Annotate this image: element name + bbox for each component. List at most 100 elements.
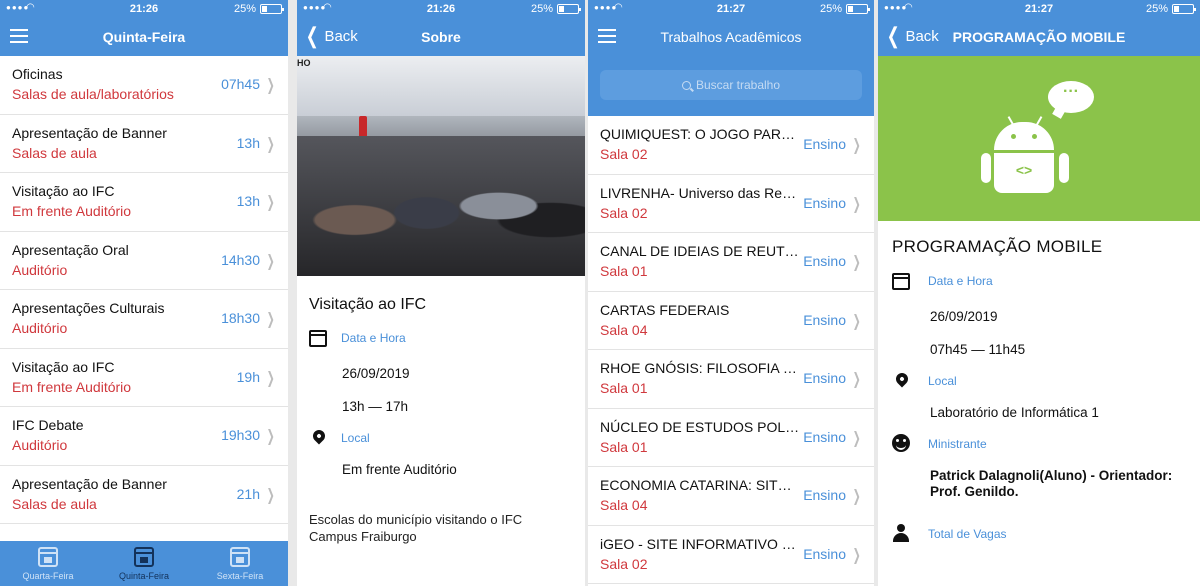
event-time: 21h xyxy=(236,485,260,502)
ministrante-label: Ministrante xyxy=(928,437,987,451)
photo-sign-text: HO xyxy=(297,58,311,68)
event-description: Escolas do município visitando o IFC Cam… xyxy=(309,512,523,544)
event-title: Visitação ao IFC xyxy=(309,296,427,313)
calendar-icon xyxy=(892,273,910,290)
chevron-right-icon: ❯ xyxy=(852,254,861,271)
chevron-right-icon: ❯ xyxy=(266,135,275,153)
event-title: Apresentação de Banner xyxy=(12,124,167,141)
tab-quarta-feira[interactable]: Quarta-Feira xyxy=(0,541,96,586)
list-item[interactable]: ECONOMIA CATARINA: SITE E ... Sala 04 Ensi… xyxy=(588,467,874,526)
event-time: 14h30 xyxy=(221,251,260,268)
event-local: Em frente Auditório xyxy=(342,462,457,477)
event-time: 07h45 xyxy=(221,76,260,92)
battery-icon xyxy=(1172,4,1196,14)
workshop-ministrante: Patrick Dalagnoli(Aluno) - Orientador: P… xyxy=(930,468,1173,499)
menu-icon[interactable] xyxy=(10,29,28,43)
work-category: Ensino xyxy=(803,136,846,152)
location-pin-icon xyxy=(893,370,911,388)
nav-bar: Trabalhos Acadêmicos xyxy=(588,18,874,56)
chevron-right-icon: ❯ xyxy=(266,311,275,328)
back-label: Back xyxy=(324,27,358,45)
event-time: 13h xyxy=(236,193,260,209)
list-item[interactable]: RHOE GNÓSIS: FILOSOFIA BÁS...Sala 01Ensi… xyxy=(588,350,874,409)
back-button[interactable]: ❮ Back xyxy=(303,23,358,48)
code-icon: <> xyxy=(994,153,1054,193)
work-title: NÚCLEO DE ESTUDOS POLÍTI... xyxy=(600,418,800,435)
list-item[interactable]: Apresentação Oral Auditório 14h30 ❯ xyxy=(0,232,288,290)
calendar-icon xyxy=(230,547,250,567)
work-category: Ensino xyxy=(803,311,846,328)
event-title: Apresentação de Banner xyxy=(12,475,167,492)
battery-percent: 25% xyxy=(530,3,553,15)
event-photo: HO xyxy=(297,56,585,276)
work-title: RHOE GNÓSIS: FILOSOFIA BÁS... xyxy=(600,360,800,376)
event-title: Apresentações Culturais xyxy=(12,300,165,316)
workshop-heading: PROGRAMAÇÃO MOBILE xyxy=(892,237,1103,256)
list-item[interactable]: QUIMIQUEST: O JOGO PARA A... Sala 02 Ensin… xyxy=(588,116,874,175)
event-detail: Visitação ao IFC Data e Hora 26/09/2019 … xyxy=(297,296,585,545)
work-title: iGEO - SITE INFORMATIVO SO... xyxy=(600,535,800,552)
work-title: LIVRENHA- Universo das Rese... xyxy=(600,184,800,201)
list-item[interactable]: Visitação ao IFC Em frente Auditório 13h ❯ xyxy=(0,173,288,232)
tab-quinta-feira[interactable]: Quinta-Feira xyxy=(96,541,192,586)
search-input[interactable]: Buscar trabalho xyxy=(600,70,862,100)
tab-label: Quarta-Feira xyxy=(22,571,74,581)
menu-icon[interactable] xyxy=(598,29,616,43)
chevron-right-icon: ❯ xyxy=(852,312,861,330)
event-title: Apresentação Oral xyxy=(12,241,129,258)
chat-bubble-icon: ··· xyxy=(1048,81,1094,113)
back-button[interactable]: ❮ Back xyxy=(884,23,939,48)
event-time: 18h30 xyxy=(221,310,260,326)
list-item[interactable]: iGEO - SITE INFORMATIVO SO... Sala 02 Ensi… xyxy=(588,526,874,584)
date-label: Data e Hora xyxy=(928,274,993,288)
chevron-right-icon: ❯ xyxy=(852,371,861,388)
tab-label: Sexta-Feira xyxy=(216,571,264,581)
screen-event-about: ●●●● ◠ 21:26 25% ❮ Back Sobre HO Visitaçã… xyxy=(297,0,585,586)
list-item[interactable]: IFC Debate Auditório 19h30 ❯ xyxy=(0,407,288,466)
list-item[interactable]: Oficinas Salas de aula/laboratórios 07h45 ❯ xyxy=(0,56,288,115)
tab-bar: Quarta-Feira Quinta-Feira Sexta-Feira xyxy=(0,541,288,586)
event-date: 26/09/2019 xyxy=(342,366,410,381)
chevron-right-icon: ❯ xyxy=(266,486,275,504)
list-item[interactable]: Apresentações Culturais Auditório 18h30 ❯ xyxy=(0,290,288,349)
calendar-icon xyxy=(134,547,154,567)
list-item[interactable]: Visitação ao IFC Em frente Auditório 19h ❯ xyxy=(0,349,288,407)
work-title: CANAL DE IDEIAS DE REUTILIZ... xyxy=(600,243,800,259)
chevron-left-icon: ❮ xyxy=(886,23,900,48)
person-icon xyxy=(892,524,910,542)
page-title: Trabalhos Acadêmicos xyxy=(660,29,802,45)
list-item[interactable]: CANAL DE IDEIAS DE REUTILIZ... Sala 01 Ens… xyxy=(588,233,874,292)
work-category: Ensino xyxy=(803,194,846,211)
tab-sexta-feira[interactable]: Sexta-Feira xyxy=(192,541,288,586)
list-item[interactable]: Apresentação de Banner Salas de aula 13h ❯ xyxy=(0,115,288,173)
list-item[interactable]: NÚCLEO DE ESTUDOS POLÍTI... Sala 01 Ensino… xyxy=(588,409,874,467)
chevron-right-icon: ❯ xyxy=(266,77,275,94)
event-title: Visitação ao IFC xyxy=(12,183,115,199)
battery-icon xyxy=(260,4,284,14)
work-title: QUIMIQUEST: O JOGO PARA A... xyxy=(600,126,800,142)
list-item[interactable]: LIVRENHA- Universo das Rese... Sala 02 Ens… xyxy=(588,175,874,233)
work-category: Ensino xyxy=(803,487,846,503)
chevron-left-icon: ❮ xyxy=(305,23,319,48)
chevron-right-icon: ❯ xyxy=(266,369,275,387)
page-title: Sobre xyxy=(421,29,461,45)
nav-bar: ❮ Back Sobre xyxy=(297,18,585,56)
battery-percent: 25% xyxy=(1145,3,1168,15)
status-bar: ●●●● ◠ 21:27 25% xyxy=(588,0,874,18)
calendar-icon xyxy=(309,330,327,347)
list-item[interactable]: CARTAS FEDERAIS Sala 04 Ensino ❯ xyxy=(588,292,874,350)
workshop-date: 26/09/2019 xyxy=(930,309,998,324)
list-item[interactable]: Apresentação de Banner Salas de aula 21h ❯ xyxy=(0,466,288,524)
nav-bar: Quinta-Feira xyxy=(0,18,288,56)
chevron-right-icon: ❯ xyxy=(266,252,275,270)
screen-workshop-detail: ●●●● ◠ 21:27 25% ❮ Back PROGRAMAÇÃO MOBIL… xyxy=(878,0,1200,586)
screen-academic-works: ●●●● ◠ 21:27 25% Trabalhos Acadêmicos Bu… xyxy=(588,0,874,586)
work-category: Ensino xyxy=(803,428,846,445)
event-title: IFC Debate xyxy=(12,417,84,433)
work-category: Ensino xyxy=(803,545,846,562)
chevron-right-icon: ❯ xyxy=(852,546,861,564)
works-list: QUIMIQUEST: O JOGO PARA A... Sala 02 Ensin… xyxy=(588,116,874,584)
back-label: Back xyxy=(905,27,939,45)
event-time: 13h — 17h xyxy=(342,399,409,414)
calendar-icon xyxy=(38,547,58,567)
